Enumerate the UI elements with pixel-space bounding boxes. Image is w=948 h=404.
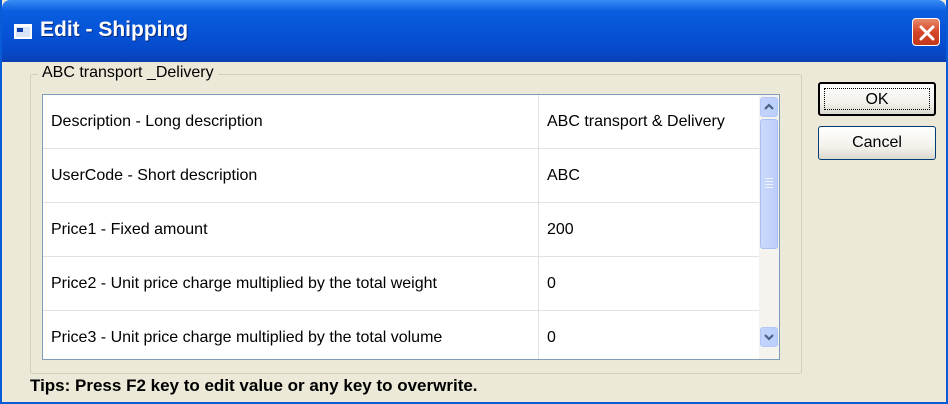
grid-row-price1[interactable]: Price1 - Fixed amount 200 bbox=[43, 203, 759, 257]
vertical-scrollbar[interactable] bbox=[759, 95, 779, 359]
row-label: Price2 - Unit price charge multiplied by… bbox=[43, 257, 539, 311]
property-grid: Description - Long description ABC trans… bbox=[42, 94, 780, 360]
row-label: Price1 - Fixed amount bbox=[43, 203, 539, 257]
scroll-thumb[interactable] bbox=[760, 119, 778, 249]
thumb-grip bbox=[765, 187, 773, 188]
tips-text: Tips: Press F2 key to edit value or any … bbox=[30, 376, 478, 395]
row-label: UserCode - Short description bbox=[43, 149, 539, 203]
scroll-up-button[interactable] bbox=[760, 97, 778, 117]
grid-row-description[interactable]: Description - Long description ABC trans… bbox=[43, 95, 759, 149]
grid-row-usercode[interactable]: UserCode - Short description ABC bbox=[43, 149, 759, 203]
edit-shipping-dialog: Edit - Shipping ABC transport _Delivery … bbox=[0, 0, 948, 404]
row-value[interactable]: 0 bbox=[539, 257, 759, 311]
row-value[interactable]: ABC transport & Delivery bbox=[539, 95, 759, 149]
chevron-up-icon bbox=[764, 103, 774, 110]
window-icon bbox=[14, 24, 32, 39]
grid-row-price3[interactable]: Price3 - Unit price charge multiplied by… bbox=[43, 311, 759, 359]
window-title: Edit - Shipping bbox=[40, 18, 189, 41]
thumb-grip bbox=[765, 178, 773, 179]
cancel-button-label: Cancel bbox=[852, 134, 902, 151]
row-value[interactable]: ABC bbox=[539, 149, 759, 203]
title-bar[interactable]: Edit - Shipping bbox=[2, 0, 946, 62]
thumb-grip bbox=[765, 181, 773, 182]
cancel-button[interactable]: Cancel bbox=[818, 126, 936, 160]
row-label: Description - Long description bbox=[43, 95, 539, 149]
row-label: Price3 - Unit price charge multiplied by… bbox=[43, 311, 539, 359]
ok-button-label: OK bbox=[865, 91, 889, 108]
ok-button[interactable]: OK bbox=[818, 82, 936, 116]
chevron-down-icon bbox=[764, 334, 774, 341]
close-icon bbox=[919, 25, 935, 41]
close-button[interactable] bbox=[912, 18, 940, 46]
scroll-down-button[interactable] bbox=[760, 327, 778, 347]
row-value[interactable]: 0 bbox=[539, 311, 759, 359]
thumb-grip bbox=[765, 184, 773, 185]
row-value[interactable]: 200 bbox=[539, 203, 759, 257]
grid-row-price2[interactable]: Price2 - Unit price charge multiplied by… bbox=[43, 257, 759, 311]
group-label: ABC transport _Delivery bbox=[38, 64, 218, 82]
